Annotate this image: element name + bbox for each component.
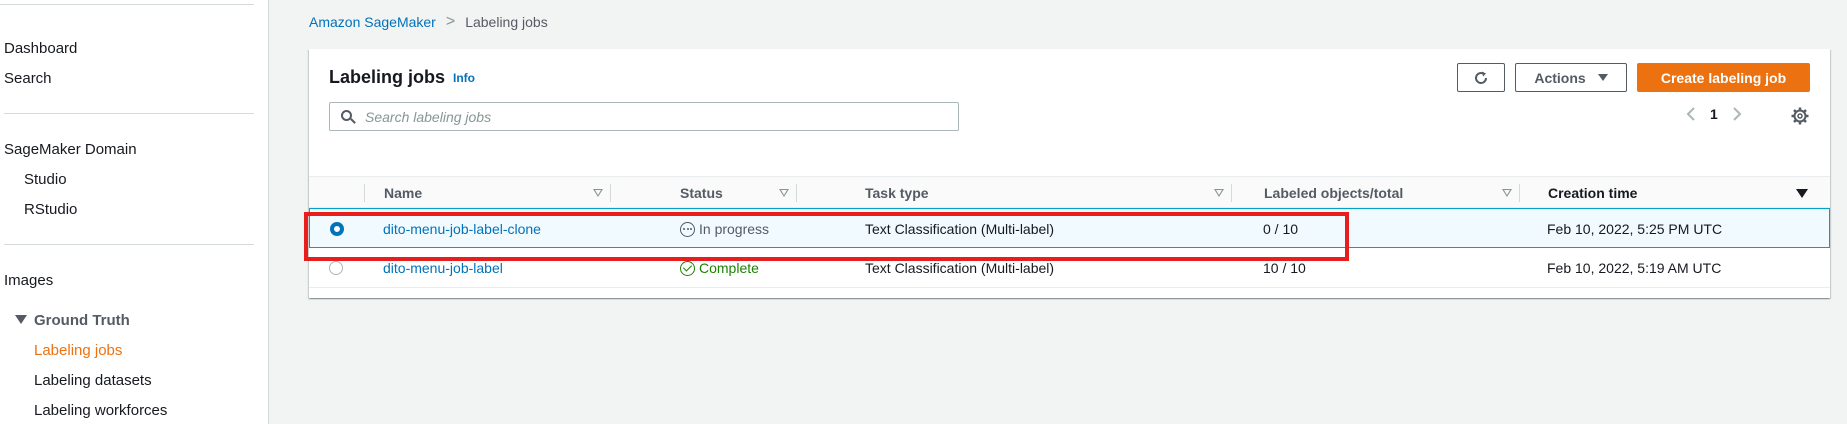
sidebar-group-label: Ground Truth bbox=[34, 312, 130, 329]
sort-descending-icon[interactable] bbox=[1796, 189, 1808, 198]
labeled-objects-cell: 0 / 10 bbox=[1263, 221, 1299, 237]
sidebar-item-labeling-jobs[interactable]: Labeling jobs bbox=[34, 342, 122, 359]
sidebar-item-studio[interactable]: Studio bbox=[24, 171, 67, 188]
sidebar-divider bbox=[0, 4, 254, 5]
column-separator bbox=[610, 184, 611, 202]
column-separator bbox=[364, 184, 365, 202]
table-header: Name Status Task type Labeled objects/to… bbox=[309, 176, 1830, 208]
creation-time-cell: Feb 10, 2022, 5:25 PM UTC bbox=[1547, 221, 1723, 237]
job-name-link[interactable]: dito-menu-job-label-clone bbox=[383, 209, 541, 249]
page-title-text: Labeling jobs bbox=[329, 67, 446, 87]
sidebar-divider bbox=[4, 244, 254, 245]
gear-icon[interactable] bbox=[1791, 107, 1809, 125]
sidebar-item-labeling-datasets[interactable]: Labeling datasets bbox=[34, 372, 152, 389]
creation-time-cell: Feb 10, 2022, 5:19 AM UTC bbox=[1547, 260, 1722, 276]
labeling-jobs-table: Name Status Task type Labeled objects/to… bbox=[309, 176, 1830, 288]
sidebar-group-ground-truth[interactable]: Ground Truth bbox=[15, 312, 130, 329]
column-separator bbox=[1231, 184, 1232, 202]
search-field[interactable] bbox=[329, 102, 959, 131]
status-cell: Complete bbox=[680, 248, 759, 288]
labeled-objects-cell: 10 / 10 bbox=[1263, 260, 1306, 276]
status-text: Complete bbox=[699, 260, 759, 276]
actions-label: Actions bbox=[1534, 69, 1586, 86]
page-title: Labeling jobs Info bbox=[329, 67, 475, 88]
actions-dropdown-button[interactable]: Actions bbox=[1515, 63, 1627, 92]
sort-icon[interactable] bbox=[779, 189, 789, 197]
sidebar-item-labeling-workforces[interactable]: Labeling workforces bbox=[34, 402, 167, 419]
breadcrumb-link-sagemaker[interactable]: Amazon SageMaker bbox=[309, 14, 436, 30]
status-cell: In progress bbox=[680, 209, 769, 249]
table-row[interactable]: dito-menu-job-label-clone In progress Te… bbox=[309, 208, 1830, 248]
sidebar-item-dashboard[interactable]: Dashboard bbox=[4, 40, 77, 57]
refresh-button[interactable] bbox=[1457, 63, 1505, 92]
caret-down-icon bbox=[1597, 74, 1608, 81]
task-type-cell: Text Classification (Multi-label) bbox=[865, 221, 1055, 237]
page-number[interactable]: 1 bbox=[1710, 106, 1718, 122]
success-check-icon bbox=[680, 260, 695, 276]
sidebar-divider bbox=[4, 113, 254, 114]
sidebar-item-search[interactable]: Search bbox=[4, 70, 52, 87]
create-labeling-job-button[interactable]: Create labeling job bbox=[1637, 63, 1810, 92]
side-navigation: Dashboard Search SageMaker Domain Studio… bbox=[0, 0, 269, 424]
row-select-radio[interactable] bbox=[329, 261, 343, 275]
sidebar-item-images[interactable]: Images bbox=[4, 272, 53, 289]
search-icon bbox=[341, 109, 356, 124]
job-name-link[interactable]: dito-menu-job-label bbox=[383, 248, 503, 288]
in-progress-icon bbox=[680, 221, 695, 237]
sort-icon[interactable] bbox=[1502, 189, 1512, 197]
status-text: In progress bbox=[699, 221, 770, 237]
refresh-icon bbox=[1475, 71, 1488, 84]
breadcrumb-current: Labeling jobs bbox=[465, 14, 548, 30]
table-row[interactable]: dito-menu-job-label Complete Text Classi… bbox=[309, 248, 1830, 288]
pagination: 1 bbox=[1686, 106, 1742, 122]
breadcrumb: Amazon SageMaker > Labeling jobs bbox=[309, 13, 548, 31]
info-link[interactable]: Info bbox=[453, 71, 475, 85]
sort-icon[interactable] bbox=[1214, 189, 1224, 197]
column-header-labeled-objects[interactable]: Labeled objects/total bbox=[1264, 177, 1403, 209]
column-header-status[interactable]: Status bbox=[680, 177, 723, 209]
row-select-radio[interactable] bbox=[330, 222, 344, 236]
labeling-jobs-panel: Labeling jobs Info Actions Create labelin… bbox=[309, 49, 1830, 298]
sort-icon[interactable] bbox=[593, 189, 603, 197]
caret-down-icon bbox=[15, 315, 27, 324]
column-separator bbox=[1519, 184, 1520, 202]
sidebar-item-rstudio[interactable]: RStudio bbox=[24, 201, 77, 218]
chevron-right-icon[interactable] bbox=[1732, 106, 1742, 122]
column-header-creation-time[interactable]: Creation time bbox=[1548, 177, 1637, 209]
column-header-separator bbox=[796, 184, 797, 202]
task-type-cell: Text Classification (Multi-label) bbox=[865, 260, 1055, 276]
sidebar-item-sagemaker-domain[interactable]: SageMaker Domain bbox=[4, 141, 137, 158]
column-header-name[interactable]: Name bbox=[384, 177, 422, 209]
chevron-left-icon[interactable] bbox=[1686, 106, 1696, 122]
column-header-task-type[interactable]: Task type bbox=[865, 177, 929, 209]
chevron-right-icon: > bbox=[445, 13, 456, 30]
search-input[interactable] bbox=[365, 108, 945, 125]
